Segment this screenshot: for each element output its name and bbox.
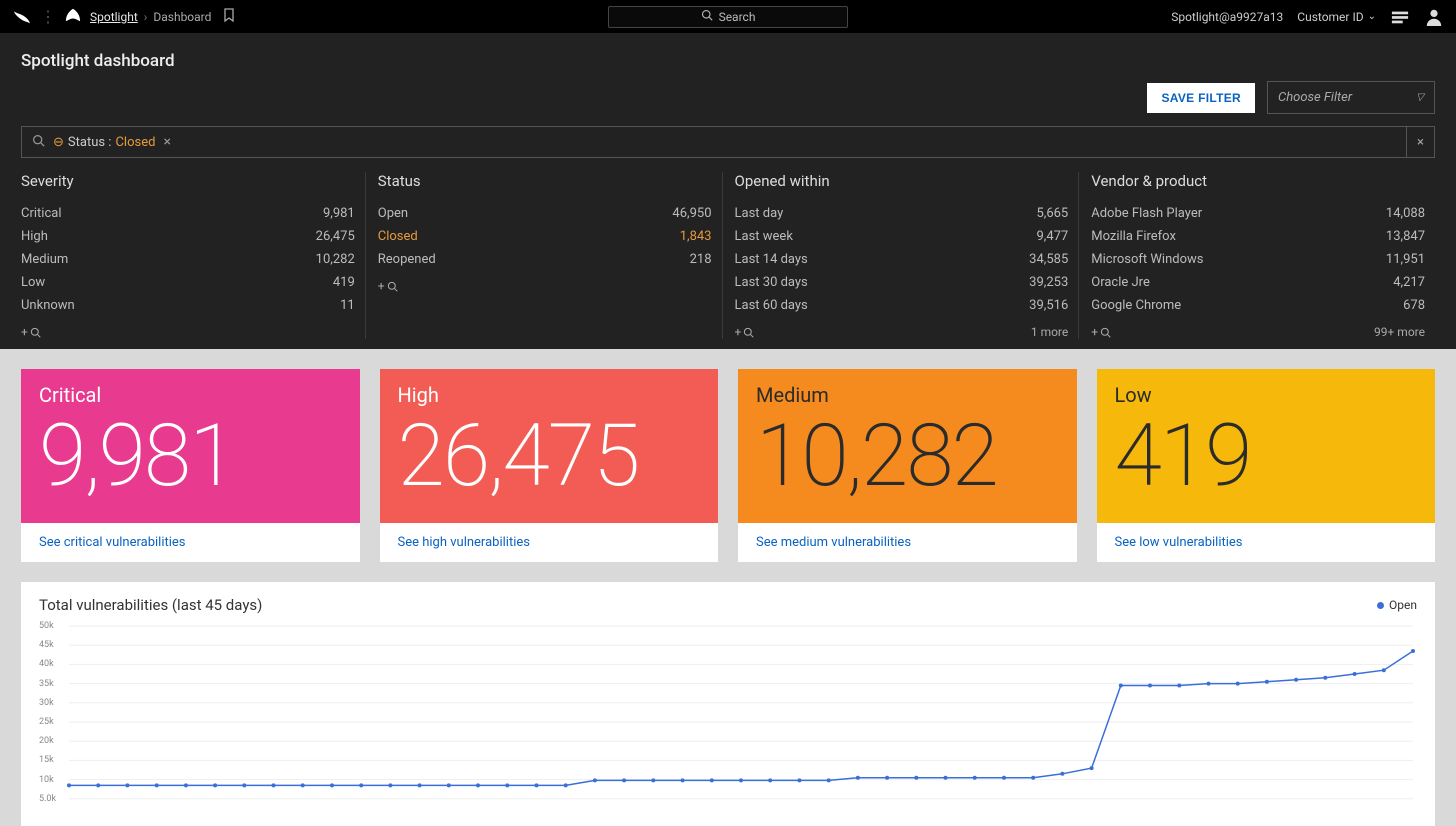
see-low-link[interactable]: See low vulnerabilities <box>1097 523 1436 562</box>
y-axis-tick: 15k <box>39 755 54 765</box>
chart-title: Total vulnerabilities (last 45 days) <box>39 596 262 614</box>
facet-item[interactable]: Last day5,665 <box>735 202 1069 225</box>
user-profile-icon[interactable] <box>1424 7 1444 27</box>
facet-item[interactable]: Reopened218 <box>378 248 712 271</box>
breadcrumb-current: Dashboard <box>153 10 211 24</box>
facet-item[interactable]: Closed1,843 <box>378 225 712 248</box>
facet-item[interactable]: Low419 <box>21 271 355 294</box>
facet-more-link[interactable]: 99+ more <box>1374 325 1425 339</box>
search-icon <box>701 9 713 24</box>
facet-item[interactable]: Last 30 days39,253 <box>735 271 1069 294</box>
topbar: ⋮ Spotlight › Dashboard Search Spotlight… <box>0 0 1456 33</box>
facet-item[interactable]: Oracle Jre4,217 <box>1091 271 1425 294</box>
facet-status: Status Open46,950Closed1,843Reopened218 … <box>365 172 722 339</box>
tile-critical[interactable]: Critical 9,981 See critical vulnerabilit… <box>21 369 360 562</box>
facet-add-filter[interactable]: + <box>735 325 755 339</box>
crowdstrike-logo-icon[interactable] <box>12 9 32 25</box>
search-placeholder: Search <box>719 10 756 24</box>
close-icon: × <box>1417 135 1424 150</box>
facet-add-filter[interactable]: + <box>1091 325 1111 339</box>
y-axis-tick: 10k <box>39 775 54 785</box>
facet-item[interactable]: Last 60 days39,516 <box>735 294 1069 317</box>
y-axis-tick: 35k <box>39 679 54 689</box>
facet-severity: Severity Critical9,981High26,475Medium10… <box>21 172 365 339</box>
app-icon[interactable] <box>64 7 82 27</box>
facet-item[interactable]: Last week9,477 <box>735 225 1069 248</box>
customer-id-dropdown[interactable]: Customer ID ⌄ <box>1297 10 1376 24</box>
facet-add-filter[interactable]: + <box>378 279 398 293</box>
divider-icon: ⋮ <box>40 7 56 26</box>
y-axis-tick: 5.0k <box>39 794 56 804</box>
filters-panel: Spotlight dashboard SAVE FILTER Choose F… <box>0 33 1456 349</box>
tile-low[interactable]: Low 419 See low vulnerabilities <box>1097 369 1436 562</box>
support-icon[interactable] <box>1390 7 1410 27</box>
facet-item[interactable]: High26,475 <box>21 225 355 248</box>
facet-more-link[interactable]: 1 more <box>1031 325 1068 339</box>
y-axis-tick: 40k <box>39 659 54 669</box>
facet-item[interactable]: Medium10,282 <box>21 248 355 271</box>
facet-item[interactable]: Google Chrome678 <box>1091 294 1425 317</box>
chevron-down-icon: ⌄ <box>1368 11 1376 22</box>
see-high-link[interactable]: See high vulnerabilities <box>380 523 719 562</box>
see-medium-link[interactable]: See medium vulnerabilities <box>738 523 1077 562</box>
facet-opened-within: Opened within Last day5,665Last week9,47… <box>722 172 1079 339</box>
tenant-label: Spotlight@a9927a13 <box>1171 10 1283 24</box>
severity-tiles: Critical 9,981 See critical vulnerabilit… <box>21 369 1435 562</box>
global-search[interactable]: Search <box>608 6 848 28</box>
facet-item[interactable]: Unknown11 <box>21 294 355 317</box>
y-axis-tick: 20k <box>39 736 54 746</box>
chart-legend: Open <box>1377 598 1417 612</box>
search-icon <box>32 134 45 151</box>
facet-item[interactable]: Last 14 days34,585 <box>735 248 1069 271</box>
facet-item[interactable]: Critical9,981 <box>21 202 355 225</box>
facet-add-filter[interactable]: + <box>21 325 41 339</box>
dropdown-icon: ▽ <box>1416 92 1424 103</box>
y-axis-tick: 30k <box>39 698 54 708</box>
y-axis-tick: 25k <box>39 717 54 727</box>
chevron-right-icon: › <box>144 10 148 24</box>
bookmark-icon[interactable] <box>223 8 235 25</box>
y-axis-tick: 45k <box>39 640 54 650</box>
filter-query-input[interactable]: ⊖ Status : Closed × <box>21 126 1407 158</box>
breadcrumb-root-link[interactable]: Spotlight <box>90 10 138 24</box>
tile-high[interactable]: High 26,475 See high vulnerabilities <box>380 369 719 562</box>
breadcrumb: Spotlight › Dashboard <box>90 8 235 25</box>
remove-chip-icon[interactable]: × <box>163 134 170 150</box>
facet-vendor-product: Vendor & product Adobe Flash Player14,08… <box>1078 172 1435 339</box>
facet-item[interactable]: Adobe Flash Player14,088 <box>1091 202 1425 225</box>
choose-filter-select[interactable]: Choose Filter ▽ <box>1267 81 1435 114</box>
facet-item[interactable]: Microsoft Windows11,951 <box>1091 248 1425 271</box>
filter-chip-status[interactable]: ⊖ Status : Closed × <box>53 134 171 150</box>
facet-item[interactable]: Mozilla Firefox13,847 <box>1091 225 1425 248</box>
clear-filters-button[interactable]: × <box>1407 126 1435 158</box>
page-title: Spotlight dashboard <box>21 51 1435 71</box>
see-critical-link[interactable]: See critical vulnerabilities <box>21 523 360 562</box>
total-vulnerabilities-chart: Total vulnerabilities (last 45 days) Ope… <box>21 582 1435 826</box>
save-filter-button[interactable]: SAVE FILTER <box>1147 83 1255 113</box>
tile-medium[interactable]: Medium 10,282 See medium vulnerabilities <box>738 369 1077 562</box>
negate-icon: ⊖ <box>53 135 64 150</box>
y-axis-tick: 50k <box>39 621 54 631</box>
facet-item[interactable]: Open46,950 <box>378 202 712 225</box>
